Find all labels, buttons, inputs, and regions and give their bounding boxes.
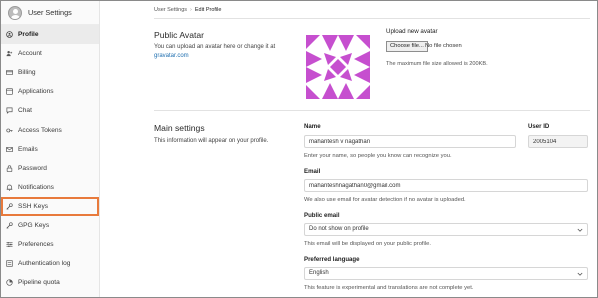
- account-icon: [6, 50, 13, 57]
- avatar-size-hint: The maximum file size allowed is 200KB.: [386, 61, 488, 67]
- sidebar-item-authentication-log[interactable]: Authentication log: [1, 254, 99, 273]
- user-id-field: [528, 135, 588, 148]
- sidebar-item-gpg-keys[interactable]: GPG Keys: [1, 216, 99, 235]
- main-settings-title: Main settings: [154, 123, 205, 133]
- breadcrumb-separator: ›: [190, 7, 192, 13]
- sidebar-item-label: Access Tokens: [18, 126, 62, 134]
- sidebar-item-chat[interactable]: Chat: [1, 101, 99, 120]
- main-content: User Settings › Edit Profile Public Avatar…: [100, 1, 597, 297]
- chat-icon: [6, 107, 13, 115]
- breadcrumb: User Settings › Edit Profile: [154, 7, 221, 13]
- email-label: Email: [304, 168, 321, 175]
- pipeline-icon: [6, 279, 13, 286]
- choose-file-button[interactable]: Choose file...: [386, 41, 428, 52]
- sidebar-item-password[interactable]: Password: [1, 159, 99, 178]
- token-icon: [6, 127, 13, 134]
- sidebar-item-profile[interactable]: Profile: [1, 25, 99, 45]
- public-email-select[interactable]: Do not show on profile: [304, 223, 588, 236]
- sidebar-item-ssh-keys[interactable]: SSH Keys: [1, 196, 99, 216]
- sidebar-item-label: Chat: [18, 107, 32, 115]
- public-avatar-desc: You can upload an avatar here or change …: [154, 43, 299, 61]
- key-icon: [6, 203, 13, 210]
- log-icon: [6, 260, 13, 267]
- breadcrumb-divider: [154, 18, 590, 19]
- key-icon: [6, 222, 13, 229]
- public-email-label: Public email: [304, 212, 340, 219]
- email-input[interactable]: [304, 179, 588, 192]
- user-avatar[interactable]: [8, 5, 22, 20]
- sidebar-item-label: Preferences: [18, 241, 54, 249]
- name-input[interactable]: [304, 135, 516, 148]
- preferred-language-select[interactable]: English: [304, 267, 588, 280]
- bell-icon: [6, 184, 13, 191]
- sidebar-item-label: Notifications: [18, 183, 54, 191]
- no-file-chosen-text: No file chosen: [425, 43, 462, 49]
- lock-icon: [6, 165, 13, 172]
- sidebar-title: User Settings: [28, 8, 72, 17]
- gravatar-link[interactable]: gravatar.com: [154, 53, 189, 59]
- preferred-language-help: This feature is experimental and transla…: [304, 285, 474, 291]
- email-help: We also use email for avatar detection i…: [304, 197, 466, 203]
- preferred-language-label: Preferred language: [304, 256, 360, 263]
- sidebar-item-emails[interactable]: Emails: [1, 140, 99, 159]
- sidebar-item-label: GPG Keys: [18, 221, 50, 229]
- sidebar-item-notifications[interactable]: Notifications: [1, 178, 99, 197]
- chevron-down-icon: [577, 228, 583, 232]
- sidebar-item-pipeline-quota[interactable]: Pipeline quota: [1, 273, 99, 292]
- sidebar-item-label: SSH Keys: [18, 202, 49, 210]
- sidebar-item-applications[interactable]: Applications: [1, 82, 99, 101]
- sidebar-item-label: Authentication log: [18, 260, 71, 268]
- chevron-down-icon: [577, 272, 583, 276]
- upload-avatar-title: Upload new avatar: [386, 28, 438, 35]
- email-icon: [6, 146, 13, 153]
- sidebar-item-label: Profile: [18, 31, 39, 39]
- applications-icon: [6, 88, 13, 95]
- billing-icon: [6, 69, 13, 76]
- public-email-help: This email will be displayed on your pub…: [304, 241, 431, 247]
- sidebar-item-account[interactable]: Account: [1, 44, 99, 63]
- profile-icon: [6, 31, 13, 38]
- sidebar-item-preferences[interactable]: Preferences: [1, 235, 99, 254]
- sidebar-item-label: Applications: [18, 88, 54, 96]
- sliders-icon: [6, 241, 13, 248]
- avatar-image[interactable]: [304, 33, 372, 101]
- sidebar-item-billing[interactable]: Billing: [1, 63, 99, 82]
- user-id-label: User ID: [528, 123, 550, 130]
- preferred-language-value: English: [309, 270, 329, 276]
- section-divider: [154, 110, 590, 111]
- main-settings-desc: This information will appear on your pro…: [154, 138, 269, 144]
- name-help: Enter your name, so people you know can …: [304, 153, 452, 159]
- public-email-value: Do not show on profile: [309, 226, 369, 232]
- sidebar-nav: Profile Account Billing Applications Cha…: [1, 25, 99, 292]
- sidebar-item-label: Billing: [18, 69, 36, 77]
- sidebar-item-label: Emails: [18, 145, 38, 153]
- sidebar-item-access-tokens[interactable]: Access Tokens: [1, 120, 99, 139]
- settings-sidebar: User Settings Profile Account Billing Ap…: [1, 1, 100, 297]
- sidebar-header: User Settings: [1, 1, 99, 25]
- public-avatar-title: Public Avatar: [154, 30, 205, 40]
- public-avatar-desc-text: You can upload an avatar here or change …: [154, 44, 276, 50]
- sidebar-item-label: Account: [18, 50, 42, 58]
- sidebar-item-label: Password: [18, 164, 47, 172]
- name-label: Name: [304, 123, 321, 130]
- breadcrumb-parent-link[interactable]: User Settings: [154, 7, 187, 13]
- breadcrumb-current: Edit Profile: [194, 7, 222, 13]
- sidebar-item-label: Pipeline quota: [18, 279, 60, 287]
